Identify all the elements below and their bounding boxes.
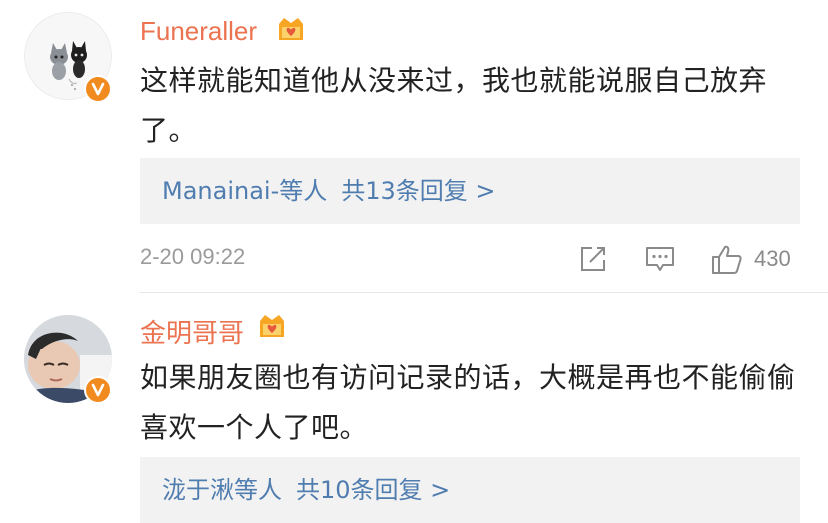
reply-count: 共13条回复 > <box>341 177 496 205</box>
reply-summary[interactable]: 泷于湫等人 共10条回复 > <box>140 457 800 523</box>
reply-users: 泷于湫等人 <box>162 476 282 504</box>
username[interactable]: Funeraller <box>140 16 257 47</box>
comment-item: Funeraller 这样就能知道他从没来过，我也就能说服自己放弃了。 Mana… <box>0 0 828 292</box>
vip-crown-icon <box>260 315 284 337</box>
like-icon[interactable] <box>710 244 744 276</box>
verified-v-badge <box>84 75 112 103</box>
comment-text: 如果朋友圈也有访问记录的话，大概是再也不能偷偷喜欢一个人了吧。 <box>140 361 796 444</box>
timestamp: 2-20 09:22 <box>140 244 246 269</box>
reply-summary[interactable]: Manainai-等人 共13条回复 > <box>140 158 800 224</box>
reply-count: 共10条回复 > <box>296 476 451 504</box>
like-count: 430 <box>754 246 791 271</box>
share-icon[interactable] <box>578 244 608 274</box>
comment-icon[interactable] <box>644 244 676 274</box>
comment-item: 金明哥哥 如果朋友圈也有访问记录的话，大概是再也不能偷偷喜欢一个人了吧。 泷于湫… <box>0 293 828 523</box>
reply-users: Manainai-等人 <box>162 177 328 205</box>
vip-crown-icon <box>279 18 303 40</box>
comment-text: 这样就能知道他从没来过，我也就能说服自己放弃了。 <box>140 64 768 147</box>
username[interactable]: 金明哥哥 <box>140 313 244 350</box>
verified-v-badge <box>84 376 112 404</box>
